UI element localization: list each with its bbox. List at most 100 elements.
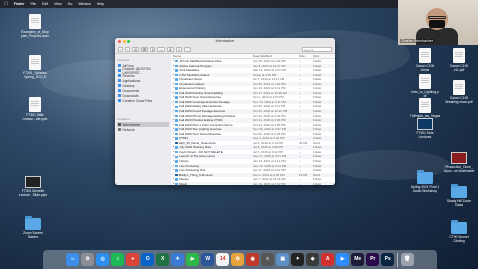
zoom-button[interactable] xyxy=(127,40,130,43)
sidebar-item-creative-cloud[interactable]: Creative Cloud Files xyxy=(117,98,169,103)
clock-icon xyxy=(118,74,121,77)
dock-app-photo-booth[interactable]: ◉ xyxy=(246,253,260,266)
dock-app-spotify[interactable]: ♫ xyxy=(111,253,125,266)
row-kind: Folder xyxy=(313,181,322,185)
dock-app-excel[interactable]: X xyxy=(156,253,170,266)
apple-menu-icon[interactable]:  xyxy=(4,0,8,8)
desktop-file-label: FT301 Sets Lectures xyxy=(416,131,434,139)
desktop-file[interactable]: FT301_Syllabus Spring_2021.8 xyxy=(18,55,52,79)
tag-button[interactable]: ⬚ xyxy=(184,46,192,52)
menu-file[interactable]: File xyxy=(30,2,36,6)
minimize-button[interactable] xyxy=(122,40,126,43)
document-icon xyxy=(419,98,431,113)
table-row[interactable]: ▸ Music Jun 19, 2020 at 3:32 PM -- Folder xyxy=(171,181,335,185)
menu-edit[interactable]: Edit xyxy=(42,2,48,6)
desktop-file[interactable]: Intro_to_Lighting.p df xyxy=(408,74,442,98)
sidebar-heading-locations: Locations xyxy=(117,117,130,121)
document-icon xyxy=(174,141,178,145)
document-icon xyxy=(29,14,41,29)
forward-button[interactable]: › xyxy=(125,46,131,52)
file-list: Name Date Modified Size Kind ▸ 15 Inch Ma… xyxy=(171,54,335,185)
dock-app-word[interactable]: W xyxy=(201,253,215,266)
folder-icon xyxy=(175,146,179,149)
window-title-bar[interactable]: Wernbacher xyxy=(115,38,335,45)
column-header-kind[interactable]: Kind xyxy=(313,54,335,58)
row-size: -- xyxy=(299,181,301,185)
desktop-file[interactable]: Examples_of_Stop plan_Projects.docx xyxy=(18,14,52,38)
folder-icon xyxy=(175,105,179,108)
desktop-file[interactable]: Production_Once_ Upon...ss Worksheet xyxy=(442,152,476,173)
dock-app-photos[interactable]: ✿ xyxy=(231,253,245,266)
dock-app-facetime[interactable]: ▶ xyxy=(186,253,200,266)
share-button[interactable]: ⇪ xyxy=(175,46,183,52)
column-view-button[interactable]: ⫼ xyxy=(149,46,156,52)
desktop-folder[interactable]: CT90 Sunset Clicking xyxy=(442,220,476,243)
folder-icon xyxy=(175,151,179,154)
list-view-button[interactable]: ☰ xyxy=(140,46,148,52)
folder-icon xyxy=(175,60,179,63)
dock-app-acrobat[interactable]: A xyxy=(321,253,335,266)
cloud-icon xyxy=(118,99,121,102)
back-button[interactable]: ‹ xyxy=(118,46,124,52)
dock-app-preview[interactable]: ▣ xyxy=(276,253,290,266)
dock-app-media-encoder[interactable]: Me xyxy=(351,253,365,266)
document-icon xyxy=(29,97,41,112)
column-header-name[interactable]: Name xyxy=(171,54,253,58)
desktop-file[interactable]: Canon C100 v11.pdf xyxy=(442,48,476,72)
sidebar-item-label: Creative Cloud Files xyxy=(122,98,153,103)
dock-app-spark[interactable]: ✈ xyxy=(171,253,185,266)
menu-view[interactable]: View xyxy=(54,2,62,6)
desktop-file[interactable]: Canon C100 Breaking news.pdf xyxy=(442,80,476,104)
folder-icon xyxy=(175,164,179,168)
icon-view-button[interactable]: ⊞ xyxy=(132,46,139,52)
sidebar-heading-favorites: Favorites xyxy=(117,58,130,62)
dropbox-icon xyxy=(118,69,121,72)
menu-app-name[interactable]: Finder xyxy=(14,2,25,6)
desktop-file[interactable]: FT301 Sets Lectures xyxy=(408,118,442,139)
dock: ☺ ⚙ ◎ ♫ ● O X ✈ ▶ W 14 ✿ ◉ ≡ ▣ ✦ ◆ A ▶ Me Pr Ps 🗑 xyxy=(43,250,437,269)
disclosure-triangle-icon[interactable]: ▸ xyxy=(173,182,174,185)
download-icon xyxy=(118,94,121,97)
desktop-file[interactable]: FT301 Stills Lesson...ide.pptx xyxy=(18,97,52,121)
desktop-folder[interactable]: Zoom Screen Savers xyxy=(16,216,50,239)
sidebar-item-dropbox[interactable]: Dropbox (BOSTON UNIVERSIT... xyxy=(117,67,169,75)
search-input[interactable]: Search xyxy=(302,46,332,52)
folder-icon xyxy=(175,78,179,81)
column-header-date[interactable]: Date Modified xyxy=(253,54,299,58)
desktop-folder[interactable]: Spring 2021 Prod 1 Audio Workshop xyxy=(408,170,442,193)
menu-window[interactable]: Window xyxy=(78,2,90,6)
desktop-file[interactable]: FT301 Seventh Lecture...Slide.pptx xyxy=(16,176,50,197)
document-icon xyxy=(174,173,178,177)
dock-app-calendar[interactable]: 14 xyxy=(216,253,230,266)
gallery-view-button[interactable]: ▭ xyxy=(157,46,165,52)
dock-app-chrome[interactable]: ● xyxy=(126,253,140,266)
folder-icon xyxy=(451,220,467,234)
action-menu-button[interactable]: ⚙ xyxy=(166,46,174,52)
dock-app-final-cut-pro[interactable]: ✦ xyxy=(291,253,305,266)
dock-app-photoshop[interactable]: Ps xyxy=(381,253,395,266)
dock-app-premiere[interactable]: Pr xyxy=(366,253,380,266)
menu-help[interactable]: Help xyxy=(97,2,104,6)
dock-app-launchpad[interactable]: ⚙ xyxy=(81,253,95,266)
desktop-file[interactable]: Canon C100 Arrow xyxy=(408,48,442,72)
desktop-file[interactable]: Tvfilmjob_las_Vegas xyxy=(408,98,442,118)
menu-go[interactable]: Go xyxy=(68,2,73,6)
column-header-size[interactable]: Size xyxy=(299,54,313,58)
video-call-thumbnail: Charles Wernbacher xyxy=(398,0,478,45)
airdrop-icon xyxy=(118,64,121,67)
dock-app-zoom[interactable]: ▶ xyxy=(336,253,350,266)
dock-app-trash[interactable]: 🗑 xyxy=(400,253,414,266)
desktop-folder[interactable]: Shady Hill Zoom Class xyxy=(442,184,476,207)
folder-icon xyxy=(175,132,179,136)
dock-app-finder[interactable]: ☺ xyxy=(66,253,80,266)
sidebar-item-network[interactable]: Network xyxy=(117,127,169,132)
folder-icon xyxy=(175,82,179,86)
desktop-file-label: FT301_Syllabus Spring_2021.8 xyxy=(23,71,47,79)
close-button[interactable] xyxy=(118,40,121,43)
dock-app-outlook[interactable]: O xyxy=(141,253,155,266)
dock-app-motion[interactable]: ◆ xyxy=(306,253,320,266)
dock-app-compressor[interactable]: ≡ xyxy=(261,253,275,266)
desktop-file-label: Intro_to_Lighting.p df xyxy=(411,90,439,98)
dock-app-safari[interactable]: ◎ xyxy=(96,253,110,266)
worksheet-thumbnail-icon xyxy=(451,152,467,164)
